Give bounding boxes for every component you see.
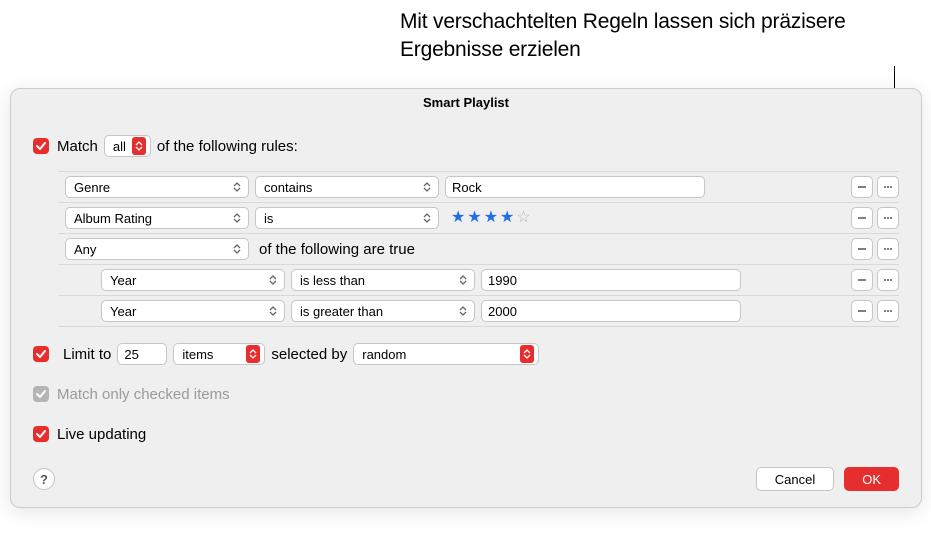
rule-attr-select[interactable]: Genre — [65, 176, 249, 198]
dialog-content: Match all of the following rules: Genre c… — [11, 115, 921, 453]
selected-by-select[interactable]: random — [353, 343, 539, 365]
updown-icon — [230, 209, 244, 227]
match-checked-checkbox — [33, 386, 49, 402]
updown-icon — [420, 209, 434, 227]
cancel-button[interactable]: Cancel — [756, 467, 834, 491]
help-button[interactable]: ? — [33, 468, 55, 490]
star-icon: ★ — [451, 210, 465, 226]
rule-row: Album Ratingis★★★★☆ — [59, 203, 899, 234]
match-checked-label: Match only checked items — [57, 386, 230, 403]
rule-value-field[interactable]: 1990 — [481, 269, 741, 291]
star-icon: ★ — [467, 210, 481, 226]
match-checked-row: Match only checked items — [33, 379, 899, 409]
rule-actions — [851, 238, 899, 260]
rule-actions — [851, 176, 899, 198]
match-checkbox[interactable] — [33, 138, 49, 154]
updown-icon — [266, 271, 280, 289]
rule-op-value: contains — [264, 180, 312, 195]
rule-row: Genre contains Rock — [59, 172, 899, 203]
rule-row: Any of the following are true — [59, 234, 899, 265]
rule-actions — [851, 300, 899, 322]
updown-icon — [456, 271, 470, 289]
selected-by-label: selected by — [271, 346, 347, 363]
limit-checkbox[interactable] — [33, 346, 49, 362]
smart-playlist-dialog: Smart Playlist Match all of the followin… — [10, 88, 922, 508]
updown-icon — [230, 240, 244, 258]
rule-actions — [851, 269, 899, 291]
rule-attr-select[interactable]: Year — [101, 300, 285, 322]
updown-icon — [456, 302, 470, 320]
match-row: Match all of the following rules: — [33, 131, 899, 161]
rule-op-select[interactable]: is greater than — [291, 300, 475, 322]
rule-attr-value: Year — [110, 304, 136, 319]
rule-op-select[interactable]: is less than — [291, 269, 475, 291]
rule-row: Year is greater than 2000 — [59, 296, 899, 327]
updown-icon — [246, 345, 260, 363]
limit-unit-value: items — [182, 347, 213, 362]
rule-more-button[interactable] — [877, 269, 899, 291]
limit-label: Limit to — [63, 346, 111, 363]
star-icon: ★ — [484, 210, 498, 226]
ok-button[interactable]: OK — [844, 467, 899, 491]
live-update-row: Live updating — [33, 419, 899, 449]
remove-rule-button[interactable] — [851, 207, 873, 229]
selected-by-value: random — [362, 347, 406, 362]
rule-value-field[interactable]: 2000 — [481, 300, 741, 322]
rule-op-select[interactable]: is — [255, 207, 439, 229]
rule-attr-select[interactable]: Year — [101, 269, 285, 291]
live-update-label: Live updating — [57, 426, 146, 443]
match-prefix: Match — [57, 138, 98, 155]
updown-icon — [230, 178, 244, 196]
remove-rule-button[interactable] — [851, 176, 873, 198]
remove-rule-button[interactable] — [851, 269, 873, 291]
star-icon: ★ — [500, 210, 514, 226]
annotation-text: Mit verschachtelten Regeln lassen sich p… — [400, 8, 880, 65]
updown-icon — [420, 178, 434, 196]
live-update-checkbox[interactable] — [33, 426, 49, 442]
limit-unit-select[interactable]: items — [173, 343, 265, 365]
star-icon: ☆ — [516, 210, 530, 226]
remove-rule-button[interactable] — [851, 238, 873, 260]
rule-attr-value: Any — [74, 242, 96, 257]
updown-icon — [520, 345, 534, 363]
rule-attr-select[interactable]: Album Rating — [65, 207, 249, 229]
limit-row: Limit to 25 items selected by random — [33, 339, 899, 369]
rule-op-value: is less than — [300, 273, 365, 288]
match-scope-value: all — [113, 139, 126, 154]
updown-icon — [266, 302, 280, 320]
rule-attr-select[interactable]: Any — [65, 238, 249, 260]
dialog-title: Smart Playlist — [11, 89, 921, 115]
rule-actions — [851, 207, 899, 229]
rules-list: GenrecontainsRockAlbum Ratingis★★★★☆Anyo… — [59, 171, 899, 327]
limit-count-field[interactable]: 25 — [117, 343, 167, 365]
match-scope-select[interactable]: all — [104, 135, 151, 157]
rule-attr-value: Year — [110, 273, 136, 288]
rule-value-field[interactable]: Rock — [445, 176, 705, 198]
rule-more-button[interactable] — [877, 176, 899, 198]
rule-text-after: of the following are true — [259, 241, 415, 258]
rule-more-button[interactable] — [877, 238, 899, 260]
rule-attr-value: Album Rating — [74, 211, 152, 226]
rule-op-value: is — [264, 211, 273, 226]
match-suffix: of the following rules: — [157, 138, 298, 155]
remove-rule-button[interactable] — [851, 300, 873, 322]
updown-icon — [132, 137, 146, 155]
dialog-footer: ? Cancel OK — [11, 453, 921, 507]
rule-row: Year is less than 1990 — [59, 265, 899, 296]
rule-op-value: is greater than — [300, 304, 383, 319]
rule-op-select[interactable]: contains — [255, 176, 439, 198]
rule-more-button[interactable] — [877, 207, 899, 229]
rule-attr-value: Genre — [74, 180, 110, 195]
rule-more-button[interactable] — [877, 300, 899, 322]
star-rating[interactable]: ★★★★☆ — [445, 210, 531, 226]
